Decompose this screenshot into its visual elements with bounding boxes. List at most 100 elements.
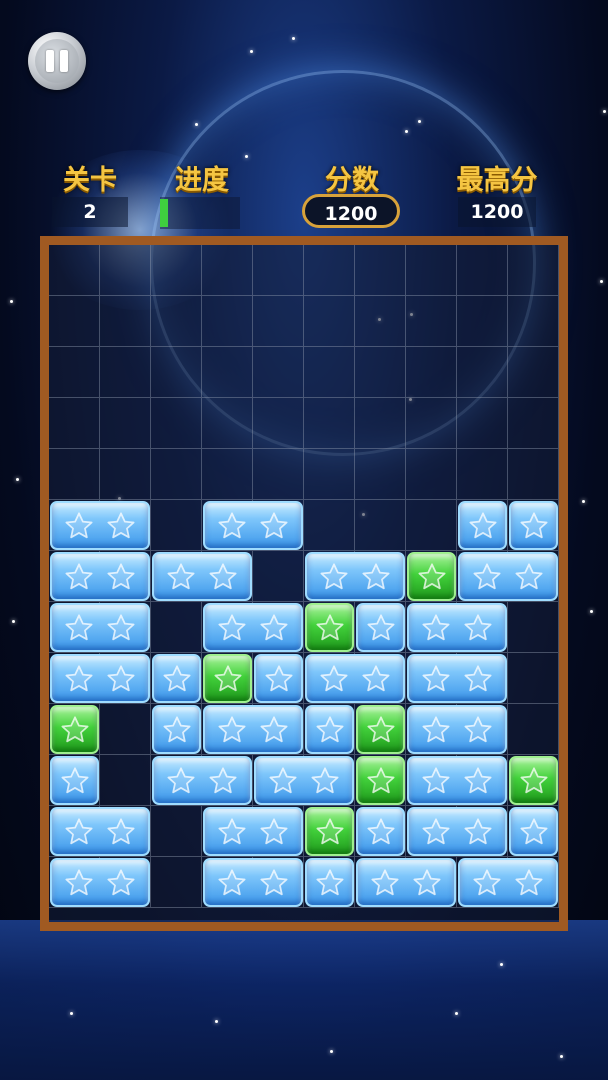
blue-block[interactable] bbox=[50, 654, 150, 703]
star-icon bbox=[105, 561, 137, 593]
star-icon bbox=[258, 867, 290, 899]
grid-cell bbox=[457, 296, 508, 347]
grid-cell bbox=[406, 449, 457, 500]
blue-block[interactable] bbox=[50, 552, 150, 601]
star-icon bbox=[258, 816, 290, 848]
grid-cell bbox=[253, 245, 304, 296]
grid-cell bbox=[49, 398, 100, 449]
blue-block[interactable] bbox=[203, 858, 303, 907]
green-block[interactable] bbox=[305, 603, 354, 652]
blue-block[interactable] bbox=[356, 807, 405, 856]
grid-cell bbox=[100, 704, 151, 755]
background-star bbox=[560, 1055, 563, 1058]
green-block[interactable] bbox=[407, 552, 456, 601]
blue-block[interactable] bbox=[458, 552, 558, 601]
star-icon bbox=[365, 816, 397, 848]
grid-cell bbox=[151, 347, 202, 398]
blue-block[interactable] bbox=[254, 654, 303, 703]
grid-cell bbox=[304, 449, 355, 500]
grid-cell bbox=[100, 245, 151, 296]
star-icon bbox=[318, 561, 350, 593]
blue-block[interactable] bbox=[203, 501, 303, 550]
blue-block[interactable] bbox=[50, 603, 150, 652]
background-star bbox=[70, 1012, 73, 1015]
blue-block[interactable] bbox=[407, 756, 507, 805]
green-block[interactable] bbox=[305, 807, 354, 856]
star-icon bbox=[314, 714, 346, 746]
progress-fill bbox=[160, 199, 168, 227]
grid-cell bbox=[100, 398, 151, 449]
green-block[interactable] bbox=[356, 756, 405, 805]
blue-block[interactable] bbox=[305, 654, 405, 703]
green-block[interactable] bbox=[509, 756, 558, 805]
grid-cell bbox=[151, 296, 202, 347]
star-icon bbox=[105, 663, 137, 695]
star-icon bbox=[318, 663, 350, 695]
blue-block[interactable] bbox=[305, 552, 405, 601]
blue-block[interactable] bbox=[152, 705, 201, 754]
grid-cell bbox=[202, 245, 253, 296]
star-icon bbox=[216, 714, 248, 746]
blue-block[interactable] bbox=[305, 858, 354, 907]
bottom-nebula bbox=[0, 920, 608, 1080]
background-star bbox=[292, 37, 295, 40]
background-star bbox=[250, 50, 253, 53]
blue-block[interactable] bbox=[458, 858, 558, 907]
blue-block[interactable] bbox=[458, 501, 507, 550]
background-star bbox=[330, 1050, 333, 1053]
grid-cell bbox=[151, 602, 202, 653]
green-block[interactable] bbox=[203, 654, 252, 703]
blue-block[interactable] bbox=[509, 501, 558, 550]
blue-block[interactable] bbox=[305, 705, 354, 754]
grid-cell bbox=[406, 347, 457, 398]
blue-block[interactable] bbox=[407, 705, 507, 754]
blue-block[interactable] bbox=[203, 705, 303, 754]
star-icon bbox=[518, 510, 550, 542]
blue-block[interactable] bbox=[50, 807, 150, 856]
blue-block[interactable] bbox=[254, 756, 354, 805]
green-block[interactable] bbox=[356, 705, 405, 754]
pause-button[interactable] bbox=[28, 32, 86, 90]
progress-bar bbox=[160, 197, 240, 229]
background-star bbox=[418, 120, 421, 123]
blue-block[interactable] bbox=[407, 603, 507, 652]
grid-cell bbox=[457, 347, 508, 398]
level-label: 关卡 bbox=[63, 165, 117, 196]
blue-block[interactable] bbox=[50, 501, 150, 550]
grid-cell bbox=[355, 296, 406, 347]
blue-block[interactable] bbox=[50, 858, 150, 907]
background-star bbox=[600, 280, 603, 283]
blue-block[interactable] bbox=[509, 807, 558, 856]
pause-icon bbox=[35, 39, 79, 83]
blue-block[interactable] bbox=[203, 807, 303, 856]
green-block[interactable] bbox=[50, 705, 99, 754]
blue-block[interactable] bbox=[407, 654, 507, 703]
star-icon bbox=[518, 765, 550, 797]
grid-cell bbox=[508, 296, 559, 347]
star-icon bbox=[263, 663, 295, 695]
blue-block[interactable] bbox=[407, 807, 507, 856]
background-star bbox=[12, 620, 15, 623]
blue-block[interactable] bbox=[356, 858, 456, 907]
star-icon bbox=[63, 867, 95, 899]
best-score-value: 1200 bbox=[458, 197, 536, 227]
blue-block[interactable] bbox=[152, 552, 252, 601]
grid-cell bbox=[304, 347, 355, 398]
grid-cell bbox=[406, 500, 457, 551]
star-icon bbox=[63, 612, 95, 644]
blue-block[interactable] bbox=[50, 756, 99, 805]
star-icon bbox=[105, 816, 137, 848]
grid-cell bbox=[355, 449, 406, 500]
star-icon bbox=[105, 867, 137, 899]
blue-block[interactable] bbox=[152, 756, 252, 805]
grid-cell bbox=[151, 398, 202, 449]
blue-block[interactable] bbox=[152, 654, 201, 703]
grid-cell bbox=[457, 398, 508, 449]
blue-block[interactable] bbox=[356, 603, 405, 652]
grid-cell bbox=[304, 245, 355, 296]
star-icon bbox=[212, 663, 244, 695]
game-board[interactable] bbox=[40, 236, 568, 931]
star-icon bbox=[314, 816, 346, 848]
star-icon bbox=[165, 561, 197, 593]
blue-block[interactable] bbox=[203, 603, 303, 652]
